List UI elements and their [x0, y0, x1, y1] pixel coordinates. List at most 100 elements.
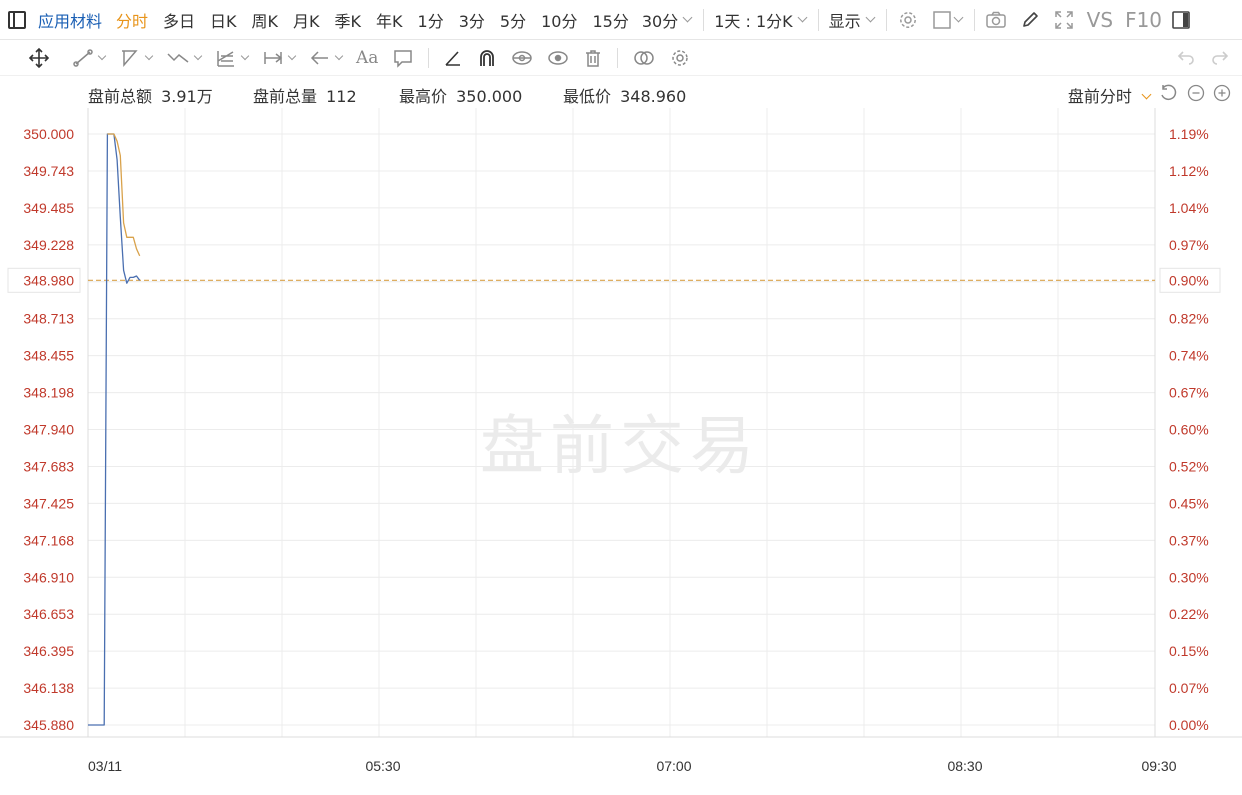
y-pct-label: 0.30%: [1169, 569, 1209, 585]
fib-tool-icon[interactable]: [215, 44, 250, 72]
y-tick-label: 346.910: [23, 569, 74, 585]
chevron-down-icon[interactable]: [953, 12, 964, 23]
chevron-down-icon: [144, 51, 154, 61]
y-tick-label: 350.000: [23, 126, 74, 142]
angle-icon[interactable]: [443, 44, 463, 72]
period-tabs: 分时 多日 日K 周K 月K 季K 年K 1分 3分 5分 10分 15分: [116, 8, 644, 32]
camera-icon[interactable]: [985, 9, 1007, 31]
chevron-down-icon: [682, 12, 693, 23]
chevron-down-icon: [797, 12, 808, 23]
eye-link-icon[interactable]: [511, 44, 533, 72]
zoom-in-icon[interactable]: [1213, 84, 1231, 102]
period-tab[interactable]: 周K: [252, 8, 279, 32]
y-tick-label: 346.138: [23, 680, 74, 696]
period-tab[interactable]: 10分: [541, 8, 577, 32]
f10-button[interactable]: F10: [1125, 8, 1162, 32]
low-value: 348.960: [620, 87, 687, 106]
eye-icon[interactable]: [547, 44, 569, 72]
y-tick-label: 349.743: [23, 163, 74, 179]
text-tool-icon[interactable]: Aa: [356, 44, 378, 72]
magnet-icon[interactable]: [477, 44, 497, 72]
x-axis-time: 03/11 05:30 07:00 08:30 09:30: [88, 758, 1177, 774]
fullscreen-icon[interactable]: [1053, 9, 1075, 31]
stock-name[interactable]: 应用材料: [38, 8, 102, 32]
undo-icon[interactable]: [1176, 44, 1196, 72]
y-tick-label: 349.485: [23, 200, 74, 216]
line-tool-icon[interactable]: [72, 44, 107, 72]
vs-button[interactable]: VS: [1087, 8, 1113, 32]
y-tick-label: 347.425: [23, 495, 74, 511]
redo-icon[interactable]: [1210, 44, 1230, 72]
side-panel-icon[interactable]: [1170, 9, 1192, 31]
arrow-tool-icon[interactable]: [309, 44, 344, 72]
y-pct-label: 0.67%: [1169, 385, 1209, 401]
chevron-down-icon: [240, 51, 250, 61]
channel-tool-icon[interactable]: [119, 44, 154, 72]
comment-icon[interactable]: [392, 44, 414, 72]
reference-badges: 348.980 0.90%: [7, 267, 1221, 293]
period-tab[interactable]: 季K: [335, 8, 362, 32]
display-dropdown[interactable]: 显示: [829, 8, 876, 32]
more-period-dropdown[interactable]: 30分: [642, 8, 693, 32]
y-pct-label: 0.60%: [1169, 422, 1209, 438]
average-price-line: [107, 133, 141, 257]
reset-icon[interactable]: [1159, 84, 1177, 102]
y-pct-label: 0.97%: [1169, 237, 1209, 253]
divider: [617, 47, 619, 68]
compare-icon[interactable]: [632, 44, 656, 72]
chevron-down-icon: [1141, 89, 1152, 100]
pct-badge-label: 0.90%: [1169, 272, 1209, 288]
y-pct-label: 0.74%: [1169, 348, 1209, 364]
layout-square-icon[interactable]: [931, 9, 953, 31]
x-tick-label: 07:00: [656, 758, 691, 774]
premarket-amount: 盘前总额 3.91万: [88, 83, 213, 107]
amount-label: 盘前总额: [88, 87, 153, 106]
y-pct-label: 1.04%: [1169, 200, 1209, 216]
trash-icon[interactable]: [583, 44, 603, 72]
y-axis-percent: 1.19% 1.12% 1.04% 0.97% 0.82% 0.74% 0.67% 0.60%…: [1169, 126, 1209, 733]
period-tab[interactable]: 多日: [163, 8, 195, 32]
premarket-volume: 盘前总量 112: [253, 83, 357, 107]
y-pct-label: 0.37%: [1169, 532, 1209, 548]
chevron-down-icon: [287, 51, 297, 61]
divider: [973, 8, 975, 31]
period-tab[interactable]: 月K: [293, 8, 320, 32]
x-tick-label: 09:30: [1141, 758, 1176, 774]
intraday-chart[interactable]: 盘前交易 350.000 349.743 349.485 349.228 348.713…: [0, 108, 1242, 795]
volume-value: 112: [326, 87, 357, 106]
x-tick-label: 03/11: [88, 758, 122, 774]
y-tick-label: 345.880: [23, 717, 74, 733]
period-tab[interactable]: 5分: [500, 8, 526, 32]
chart-mode-label: 盘前分时: [1067, 87, 1132, 106]
y-tick-label: 347.940: [23, 422, 74, 438]
period-tab[interactable]: 分时: [116, 8, 148, 32]
measure-tool-icon[interactable]: [262, 44, 297, 72]
settings-gear-icon[interactable]: [897, 9, 919, 31]
y-pct-label: 0.07%: [1169, 680, 1209, 696]
chevron-down-icon: [193, 51, 203, 61]
y-tick-label: 347.168: [23, 532, 74, 548]
period-tab[interactable]: 15分: [592, 8, 628, 32]
period-tab[interactable]: 年K: [376, 8, 403, 32]
period-tab[interactable]: 日K: [210, 8, 237, 32]
chevron-down-icon: [97, 51, 107, 61]
period-tab[interactable]: 3分: [459, 8, 485, 32]
panel-toggle-icon[interactable]: [8, 10, 26, 29]
y-tick-label: 348.455: [23, 348, 74, 364]
wave-tool-icon[interactable]: [166, 44, 203, 72]
y-tick-label: 346.653: [23, 606, 74, 622]
settings-icon[interactable]: [670, 44, 690, 72]
move-icon[interactable]: [28, 44, 50, 72]
period-bar: 应用材料 分时 多日 日K 周K 月K 季K 年K 1分 3分 5分 10分 15分 30分 1天 :…: [0, 0, 1242, 40]
x-tick-label: 08:30: [947, 758, 982, 774]
period-tab[interactable]: 1分: [418, 8, 444, 32]
pencil-icon[interactable]: [1019, 9, 1041, 31]
multi-period-dropdown[interactable]: 1天 : 1分K: [714, 8, 808, 32]
zoom-out-icon[interactable]: [1187, 84, 1205, 102]
multi-period-label: 1天 : 1分K: [714, 11, 793, 31]
divider: [428, 47, 430, 68]
volume-label: 盘前总量: [253, 87, 318, 106]
y-tick-label: 348.713: [23, 311, 74, 327]
y-pct-label: 1.19%: [1169, 126, 1209, 142]
chart-mode-dropdown[interactable]: 盘前分时: [1068, 83, 1152, 107]
